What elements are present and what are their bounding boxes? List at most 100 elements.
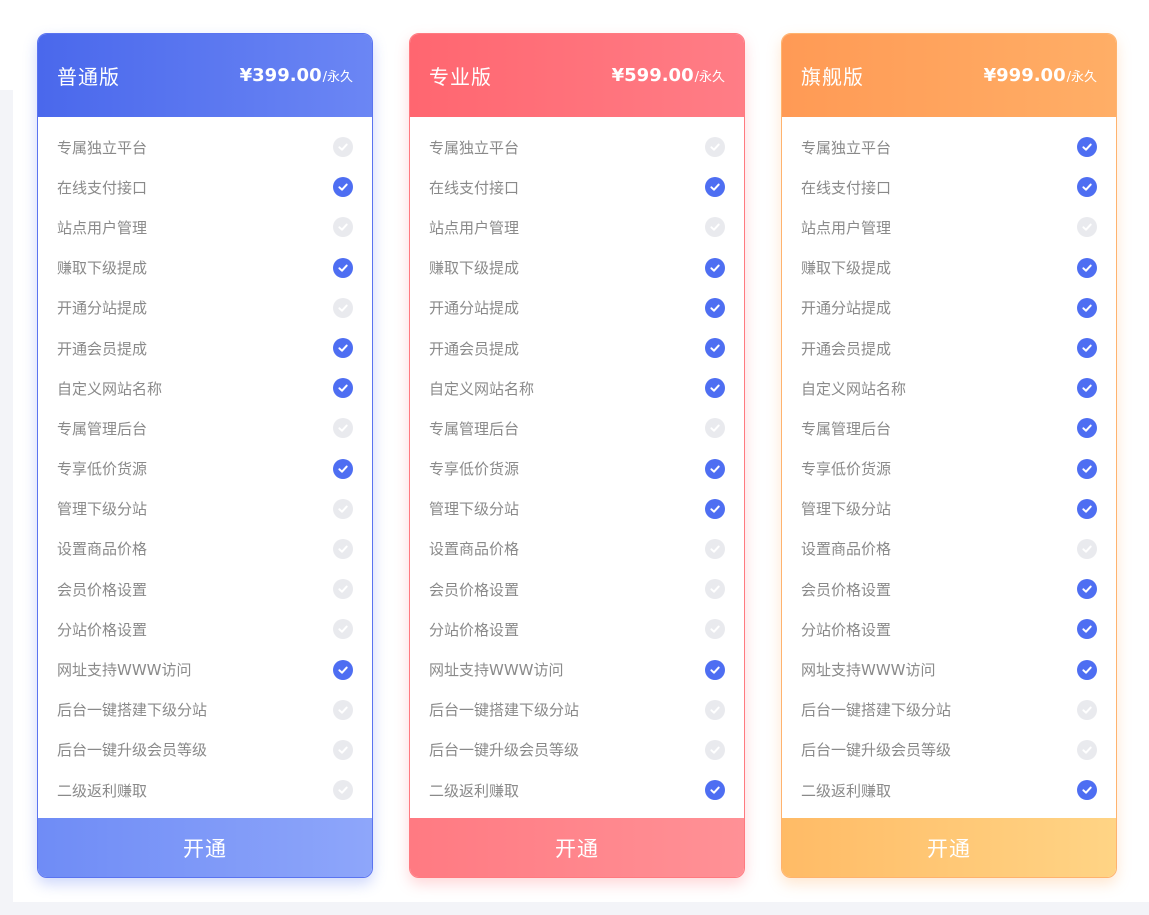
feature-label: 赚取下级提成 [57, 259, 148, 278]
feature-label: 会员价格设置 [429, 580, 520, 599]
price-unit: /永久 [1066, 70, 1097, 85]
feature-label: 开通分站提成 [801, 299, 892, 318]
open-plan-button[interactable]: 开通 [782, 818, 1116, 877]
check-circle-icon [1077, 217, 1097, 238]
feature-label: 管理下级分站 [801, 500, 892, 519]
feature-label: 专享低价货源 [801, 460, 892, 479]
check-circle-icon [333, 699, 353, 720]
check-circle-icon [333, 659, 353, 680]
feature-label: 专属独立平台 [429, 138, 520, 157]
feature-label: 在线支付接口 [429, 178, 520, 197]
feature-row: 专享低价货源 [782, 449, 1116, 489]
check-circle-icon [333, 498, 353, 519]
feature-label: 分站价格设置 [429, 620, 520, 639]
open-plan-button[interactable]: 开通 [38, 818, 372, 877]
feature-row: 分站价格设置 [38, 609, 372, 649]
check-circle-icon [333, 378, 353, 399]
feature-row: 二级返利赚取 [782, 770, 1116, 810]
feature-row: 专享低价货源 [38, 449, 372, 489]
feature-label: 二级返利赚取 [429, 781, 520, 800]
check-circle-icon [705, 217, 725, 238]
feature-label: 开通会员提成 [429, 339, 520, 358]
check-circle-icon [705, 538, 725, 559]
feature-label: 专属管理后台 [429, 419, 520, 438]
check-circle-icon [1077, 338, 1097, 359]
feature-label: 专享低价货源 [57, 460, 148, 479]
check-circle-icon [333, 780, 353, 801]
feature-label: 二级返利赚取 [57, 781, 148, 800]
feature-label: 后台一键升级会员等级 [57, 741, 208, 760]
feature-label: 二级返利赚取 [801, 781, 892, 800]
plan-name: 普通版 [57, 65, 120, 89]
check-circle-icon [705, 659, 725, 680]
check-circle-icon [1077, 378, 1097, 399]
feature-row: 在线支付接口 [410, 167, 744, 207]
plan-card-standard: 普通版 ¥399.00 /永久 专属独立平台 在线支付接口 站点用户管理 赚取下级提成… [37, 33, 373, 878]
check-circle-icon [1077, 579, 1097, 600]
feature-row: 会员价格设置 [410, 569, 744, 609]
check-circle-icon [333, 137, 353, 158]
feature-row: 专属独立平台 [410, 127, 744, 167]
feature-label: 设置商品价格 [801, 540, 892, 559]
plan-header: 旗舰版 ¥999.00 /永久 [782, 34, 1116, 117]
check-circle-icon [705, 498, 725, 519]
feature-label: 站点用户管理 [801, 218, 892, 237]
check-circle-icon [705, 177, 725, 198]
feature-label: 自定义网站名称 [429, 379, 535, 398]
feature-label: 站点用户管理 [57, 218, 148, 237]
feature-list: 专属独立平台 在线支付接口 站点用户管理 赚取下级提成 开通分站提成 开通会员提成 自定义网… [38, 117, 372, 810]
feature-label: 会员价格设置 [57, 580, 148, 599]
feature-row: 管理下级分站 [38, 489, 372, 529]
feature-row: 在线支付接口 [782, 167, 1116, 207]
check-circle-icon [333, 177, 353, 198]
plan-price: ¥999.00 /永久 [984, 65, 1097, 86]
check-circle-icon [1077, 297, 1097, 318]
feature-label: 在线支付接口 [801, 178, 892, 197]
feature-row: 二级返利赚取 [38, 770, 372, 810]
feature-label: 赚取下级提成 [429, 259, 520, 278]
feature-row: 自定义网站名称 [782, 368, 1116, 408]
plan-price: ¥399.00 /永久 [240, 65, 353, 86]
feature-label: 网址支持WWW访问 [801, 661, 936, 680]
check-circle-icon [1077, 177, 1097, 198]
feature-row: 开通会员提成 [38, 328, 372, 368]
check-circle-icon [1077, 619, 1097, 640]
check-circle-icon [333, 418, 353, 439]
feature-label: 专属管理后台 [57, 419, 148, 438]
plan-header: 专业版 ¥599.00 /永久 [410, 34, 744, 117]
feature-label: 后台一键搭建下级分站 [57, 701, 208, 720]
feature-row: 专属独立平台 [782, 127, 1116, 167]
feature-row: 设置商品价格 [38, 529, 372, 569]
feature-row: 会员价格设置 [38, 569, 372, 609]
feature-label: 专属独立平台 [57, 138, 148, 157]
check-circle-icon [705, 338, 725, 359]
check-circle-icon [333, 338, 353, 359]
feature-label: 后台一键搭建下级分站 [429, 701, 580, 720]
check-circle-icon [1077, 739, 1097, 760]
feature-label: 站点用户管理 [429, 218, 520, 237]
feature-row: 自定义网站名称 [410, 368, 744, 408]
feature-row: 赚取下级提成 [38, 248, 372, 288]
check-circle-icon [705, 418, 725, 439]
plan-price: ¥599.00 /永久 [612, 65, 725, 86]
feature-label: 专属独立平台 [801, 138, 892, 157]
feature-row: 设置商品价格 [782, 529, 1116, 569]
check-circle-icon [333, 297, 353, 318]
feature-row: 专属独立平台 [38, 127, 372, 167]
plan-name: 旗舰版 [801, 65, 864, 89]
feature-label: 分站价格设置 [57, 620, 148, 639]
feature-row: 设置商品价格 [410, 529, 744, 569]
feature-label: 网址支持WWW访问 [57, 661, 192, 680]
check-circle-icon [1077, 659, 1097, 680]
feature-label: 设置商品价格 [429, 540, 520, 559]
open-plan-button[interactable]: 开通 [410, 818, 744, 877]
plan-name: 专业版 [429, 65, 492, 89]
check-circle-icon [333, 217, 353, 238]
price-amount: ¥599.00 [611, 65, 694, 86]
check-circle-icon [1077, 257, 1097, 278]
feature-label: 设置商品价格 [57, 540, 148, 559]
price-unit: /永久 [322, 70, 353, 85]
feature-row: 分站价格设置 [410, 609, 744, 649]
feature-label: 自定义网站名称 [801, 379, 907, 398]
feature-row: 站点用户管理 [782, 207, 1116, 247]
